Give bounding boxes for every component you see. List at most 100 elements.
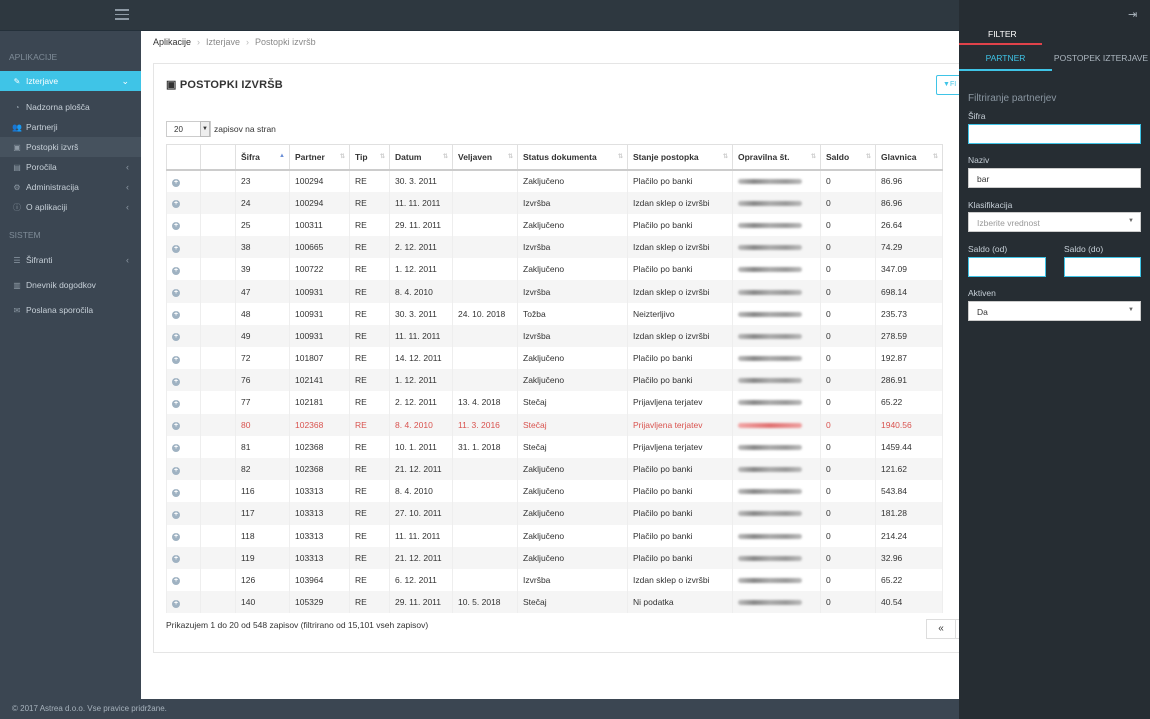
row-cell-opravilna-st	[732, 302, 821, 325]
row-cell: 65.22	[875, 391, 943, 414]
expand-row-icon[interactable]: +	[172, 466, 180, 475]
table-row[interactable]: +24 100294 RE 11. 11. 2011 Izvršba Izdan skle…	[166, 191, 943, 214]
row-cell: +	[166, 347, 201, 370]
column-header-label: Saldo	[826, 151, 850, 162]
row-cell: 30. 3. 2011	[389, 169, 453, 192]
saldo-do-input[interactable]	[1064, 257, 1141, 277]
table-row[interactable]: +117 103313 RE 27. 10. 2011 Zaključeno Plačil…	[166, 502, 943, 525]
pager-prev-button[interactable]: «	[926, 619, 956, 639]
column-header[interactable]: Saldo ⇅	[820, 144, 876, 171]
table-row[interactable]: +49 100931 RE 11. 11. 2011 Izvršba Izdan skle…	[166, 324, 943, 347]
expand-row-icon[interactable]: +	[172, 444, 180, 453]
row-cell: 0	[820, 213, 876, 237]
expand-row-icon[interactable]: +	[172, 178, 180, 187]
redacted-value	[738, 222, 802, 228]
row-cell: 30. 3. 2011	[389, 302, 453, 325]
tab-partner[interactable]: PARTNER	[959, 48, 1052, 71]
column-header[interactable]: Veljaven ⇅	[452, 144, 518, 171]
table-row[interactable]: +140 105329 RE 29. 11. 2011 10. 5. 2018 Steča…	[166, 591, 943, 614]
sidebar-item-dnevnik-dogodkov[interactable]: ▥ Dnevnik dogodkov	[0, 275, 141, 295]
table-row[interactable]: +72 101807 RE 14. 12. 2011 Zaključeno Plačilo…	[166, 347, 943, 370]
row-cell: Neizterljivo	[627, 302, 733, 325]
column-header[interactable]: Datum ⇅	[389, 144, 453, 171]
expand-row-icon[interactable]: +	[172, 266, 180, 275]
expand-row-icon[interactable]: +	[172, 533, 180, 542]
breadcrumb-item-izterjave[interactable]: Izterjave	[206, 37, 240, 47]
sidebar-item-poslana-sporocila[interactable]: ✉ Poslana sporočila	[0, 300, 141, 320]
naziv-label: Naziv	[968, 155, 990, 165]
sidebar-item-sifranti[interactable]: ☰ Šifranti ‹	[0, 250, 141, 270]
row-cell-opravilna-st	[732, 324, 821, 347]
saldo-od-input[interactable]	[968, 257, 1046, 277]
expand-row-icon[interactable]: +	[172, 599, 180, 608]
expand-row-icon[interactable]: +	[172, 200, 180, 209]
column-header[interactable]: Partner ⇅	[289, 144, 350, 171]
sidebar-item-porocila[interactable]: ▤ Poročila ‹	[0, 157, 141, 177]
breadcrumb-item-aplikacije[interactable]: Aplikacije	[153, 37, 191, 47]
expand-row-icon[interactable]: +	[172, 577, 180, 586]
table-row[interactable]: +126 103964 RE 6. 12. 2011 Izvršba Izdan skle…	[166, 568, 943, 592]
row-cell-opravilna-st	[732, 480, 821, 503]
sidebar-item-label: Postopki izvrš	[26, 142, 79, 152]
expand-row-icon[interactable]: +	[172, 422, 180, 431]
expand-row-icon[interactable]: +	[172, 555, 180, 564]
row-cell: Plačilo po banki	[627, 213, 733, 237]
column-header[interactable]: Opravilna št. ⇅	[732, 144, 821, 171]
table-row[interactable]: +25 100311 RE 29. 11. 2011 Zaključeno Plačilo…	[166, 213, 943, 237]
row-cell: +	[166, 213, 201, 237]
expand-row-icon[interactable]: +	[172, 289, 180, 298]
row-cell: Prijavljena terjatev	[627, 391, 733, 414]
table-row[interactable]: +38 100665 RE 2. 12. 2011 Izvršba Izdan sklep…	[166, 236, 943, 259]
table-row[interactable]: +116 103313 RE 8. 4. 2010 Zaključeno Plačilo …	[166, 480, 943, 503]
expand-row-icon[interactable]: +	[172, 222, 180, 231]
column-header[interactable]: Stanje postopka ⇅	[627, 144, 733, 171]
expand-row-icon[interactable]: +	[172, 333, 180, 342]
row-cell	[200, 435, 236, 458]
table-row[interactable]: +119 103313 RE 21. 12. 2011 Zaključeno Plačil…	[166, 546, 943, 569]
table-row[interactable]: +47 100931 RE 8. 4. 2010 Izvršba Izdan sklep …	[166, 280, 943, 303]
sidebar-item-o-aplikaciji[interactable]: ⓘ O aplikaciji ‹	[0, 197, 141, 217]
row-cell: 118	[235, 524, 290, 547]
row-cell: Izdan sklep o izvršbi	[627, 568, 733, 592]
sidebar-item-postopki-izvrsb[interactable]: ▣ Postopki izvrš	[0, 137, 141, 157]
table-row[interactable]: +76 102141 RE 1. 12. 2011 Zaključeno Plačilo …	[166, 369, 943, 392]
expand-row-icon[interactable]: +	[172, 244, 180, 253]
sidebar-item-izterjave[interactable]: ✎ Izterjave ⌄	[0, 71, 141, 91]
column-header[interactable]: Glavnica ⇅	[875, 144, 943, 171]
sidebar-item-administracija[interactable]: ⚙ Administracija ‹	[0, 177, 141, 197]
page-length-select[interactable]: 20 ▼	[166, 121, 211, 137]
sidebar-item-partnerji[interactable]: 👥 Partnerji	[0, 117, 141, 137]
expand-row-icon[interactable]: +	[172, 399, 180, 408]
table-row[interactable]: +48 100931 RE 30. 3. 2011 24. 10. 2018 Tožba N…	[166, 302, 943, 325]
table-row[interactable]: +81 102368 RE 10. 1. 2011 31. 1. 2018 Stečaj P…	[166, 435, 943, 458]
sidebar-item-nadzorna-plosca[interactable]: ◔ Nadzorna plošča	[0, 97, 141, 117]
exit-icon[interactable]: ⇥	[1128, 8, 1137, 21]
row-cell	[200, 302, 236, 325]
row-cell: 40.54	[875, 591, 943, 614]
column-header[interactable]: Tip ⇅	[349, 144, 390, 171]
column-header[interactable]: Šifra ▲	[235, 144, 290, 171]
table-row[interactable]: +23 100294 RE 30. 3. 2011 Zaključeno Plačilo …	[166, 169, 943, 192]
sifra-input[interactable]	[968, 124, 1141, 144]
row-cell: Stečaj	[517, 391, 628, 414]
table-row[interactable]: +39 100722 RE 1. 12. 2011 Zaključeno Plačilo …	[166, 258, 943, 281]
naziv-input[interactable]: bar	[968, 168, 1141, 188]
table-row[interactable]: +118 103313 RE 11. 11. 2011 Zaključeno Plačil…	[166, 524, 943, 547]
expand-row-icon[interactable]: +	[172, 488, 180, 497]
expand-row-icon[interactable]: +	[172, 377, 180, 386]
column-header[interactable]: Status dokumenta ⇅	[517, 144, 628, 171]
expand-row-icon[interactable]: +	[172, 311, 180, 320]
expand-row-icon[interactable]: +	[172, 355, 180, 364]
tab-postopek-izterjave[interactable]: POSTOPEK IZTERJAVE	[1052, 48, 1150, 71]
aktiven-select[interactable]: Da ▼	[968, 301, 1141, 321]
table-row[interactable]: +82 102368 RE 21. 12. 2011 Zaključeno Plačilo…	[166, 457, 943, 481]
klasifikacija-select[interactable]: Izberite vrednost ▼	[968, 212, 1141, 232]
table-row[interactable]: +77 102181 RE 2. 12. 2011 13. 4. 2018 Stečaj P…	[166, 391, 943, 414]
expand-row-icon[interactable]: +	[172, 510, 180, 519]
row-cell: Izdan sklep o izvršbi	[627, 236, 733, 259]
table-row[interactable]: +80 102368 RE 8. 4. 2010 11. 3. 2016 Stečaj Pr…	[166, 413, 943, 436]
hamburger-menu-icon[interactable]	[115, 9, 129, 21]
row-cell: Tožba	[517, 302, 628, 325]
row-cell: 286.91	[875, 369, 943, 392]
tab-filter[interactable]: FILTER	[959, 23, 1042, 45]
